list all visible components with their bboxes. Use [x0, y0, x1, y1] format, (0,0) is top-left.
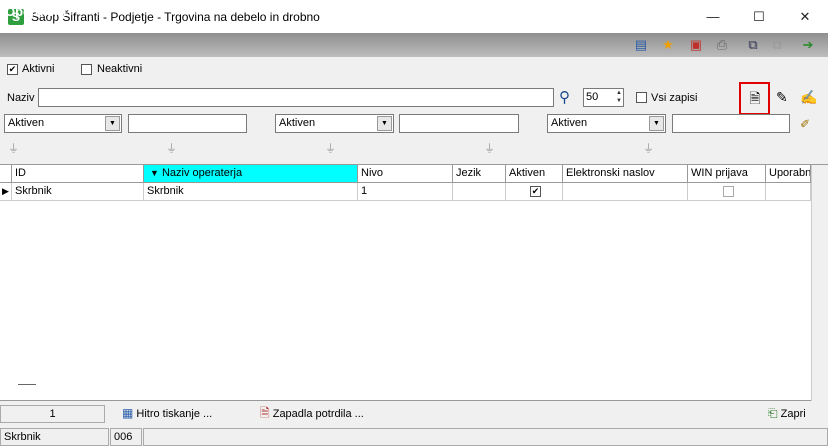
- filter-text-3[interactable]: [672, 114, 790, 133]
- all-records-label: Vsi zapisi: [651, 92, 698, 104]
- filter-combo-2[interactable]: Aktiven ▼: [275, 114, 394, 133]
- maximize-button[interactable]: ☐: [736, 0, 782, 33]
- inactive-label: Neaktivni: [97, 63, 143, 75]
- close-button[interactable]: ⎗ Zapri: [768, 404, 806, 422]
- column-header-level[interactable]: Nivo: [358, 165, 453, 183]
- chevron-down-icon[interactable]: ▼: [105, 116, 120, 131]
- paste-icon[interactable]: ⧉: [769, 37, 785, 53]
- status-code: 006: [110, 428, 142, 446]
- horizontal-scroll-indicator[interactable]: [18, 384, 36, 385]
- table-row-language[interactable]: [453, 183, 506, 201]
- row-indicator-header: [0, 165, 12, 183]
- table-row-name[interactable]: Skrbnik: [144, 183, 358, 201]
- column-header-id[interactable]: ID: [12, 165, 144, 183]
- favorite-star-icon[interactable]: ★: [660, 37, 676, 53]
- filter-combo-1[interactable]: Aktiven ▼: [4, 114, 122, 133]
- filter-combo-1-value: Aktiven: [8, 117, 45, 129]
- table-row-email[interactable]: [563, 183, 688, 201]
- new-record-icon[interactable]: 🗎: [747, 89, 763, 107]
- table-row-win-login-cell[interactable]: [688, 183, 766, 201]
- close-label: Zapri: [780, 408, 806, 420]
- window-title: Saop Šifranti - Podjetje - Trgovina na d…: [31, 10, 320, 24]
- spinner-arrows-icon[interactable]: ▲ ▼: [616, 89, 622, 105]
- table-settings-icon[interactable]: ▤: [633, 37, 649, 53]
- column-header-win-login[interactable]: WIN prijava: [688, 165, 766, 183]
- table-row-active-checkbox[interactable]: ✔: [530, 186, 541, 197]
- name-search-label: Naziv: [7, 92, 35, 104]
- name-search-input[interactable]: [38, 88, 554, 107]
- table-row-id[interactable]: Skrbnik: [12, 183, 144, 201]
- all-records-checkbox[interactable]: [636, 92, 647, 103]
- missed-confirmations-button[interactable]: 🗎 Zapadla potrdila ...: [260, 404, 364, 422]
- panel-title: Operaterji: [5, 4, 67, 19]
- column-header-user[interactable]: Uporabn: [766, 165, 811, 183]
- filter-funnel-icon[interactable]: ⏚: [8, 142, 20, 156]
- column-header-name-label: Naziv operaterja: [161, 167, 243, 179]
- chevron-down-icon[interactable]: ▼: [377, 116, 392, 131]
- clear-filter-icon[interactable]: ✐: [800, 117, 810, 131]
- table-row-user[interactable]: [766, 183, 811, 201]
- close-door-icon: ⎗: [768, 406, 778, 420]
- filter-funnel-icon[interactable]: ⏚: [643, 142, 655, 156]
- filter-combo-3-value: Aktiven: [551, 117, 588, 129]
- status-message: [143, 428, 828, 446]
- active-label: Aktivni: [22, 63, 55, 75]
- active-checkbox[interactable]: ✔: [7, 64, 18, 75]
- quick-print-icon: ▦: [122, 406, 134, 420]
- table-row-win-login-checkbox[interactable]: [722, 186, 734, 197]
- filter-text-2[interactable]: [399, 114, 519, 133]
- quick-print-label: Hitro tiskanje ...: [136, 408, 213, 420]
- record-count: 1: [0, 405, 105, 423]
- export-icon[interactable]: ▣: [688, 37, 704, 53]
- filter-text-1[interactable]: [128, 114, 247, 133]
- filter-funnel-icon[interactable]: ⏚: [325, 142, 337, 156]
- minimize-button[interactable]: —: [690, 0, 736, 33]
- column-header-email[interactable]: Elektronski naslov: [563, 165, 688, 183]
- column-header-active[interactable]: Aktiven: [506, 165, 563, 183]
- missed-confirmations-label: Zapadla potrdila ...: [272, 408, 364, 420]
- status-user: Skrbnik: [0, 428, 109, 446]
- filter-combo-3[interactable]: Aktiven ▼: [547, 114, 666, 133]
- record-limit-value: 50: [586, 91, 599, 103]
- edit-copy-icon[interactable]: ✍: [800, 89, 817, 106]
- vertical-scrollbar[interactable]: [811, 165, 828, 401]
- edit-record-icon[interactable]: ✎: [776, 89, 788, 106]
- copy-icon[interactable]: ⧉: [745, 37, 761, 53]
- column-header-name[interactable]: ▼ Naziv operaterja: [144, 165, 358, 183]
- table-row-level[interactable]: 1: [358, 183, 453, 201]
- exit-icon[interactable]: ➔: [800, 37, 816, 53]
- current-row-indicator-icon: ▶: [0, 183, 12, 201]
- sort-descending-icon: ▼: [150, 168, 159, 178]
- chevron-down-icon[interactable]: ▼: [649, 116, 664, 131]
- print-icon[interactable]: ⎙: [714, 37, 730, 53]
- filter-funnel-icon[interactable]: ⏚: [166, 142, 178, 156]
- table-row-active-cell[interactable]: ✔: [506, 183, 563, 201]
- search-icon[interactable]: ⚲: [559, 88, 570, 106]
- column-header-language[interactable]: Jezik: [453, 165, 506, 183]
- close-window-button[interactable]: ✕: [782, 0, 828, 33]
- inactive-checkbox[interactable]: [81, 64, 92, 75]
- filter-funnel-icon[interactable]: ⏚: [484, 142, 496, 156]
- filter-combo-2-value: Aktiven: [279, 117, 316, 129]
- document-icon: 🗎: [260, 406, 270, 420]
- record-limit-spinner[interactable]: 50 ▲ ▼: [583, 88, 624, 107]
- quick-print-button[interactable]: ▦ Hitro tiskanje ...: [122, 404, 212, 422]
